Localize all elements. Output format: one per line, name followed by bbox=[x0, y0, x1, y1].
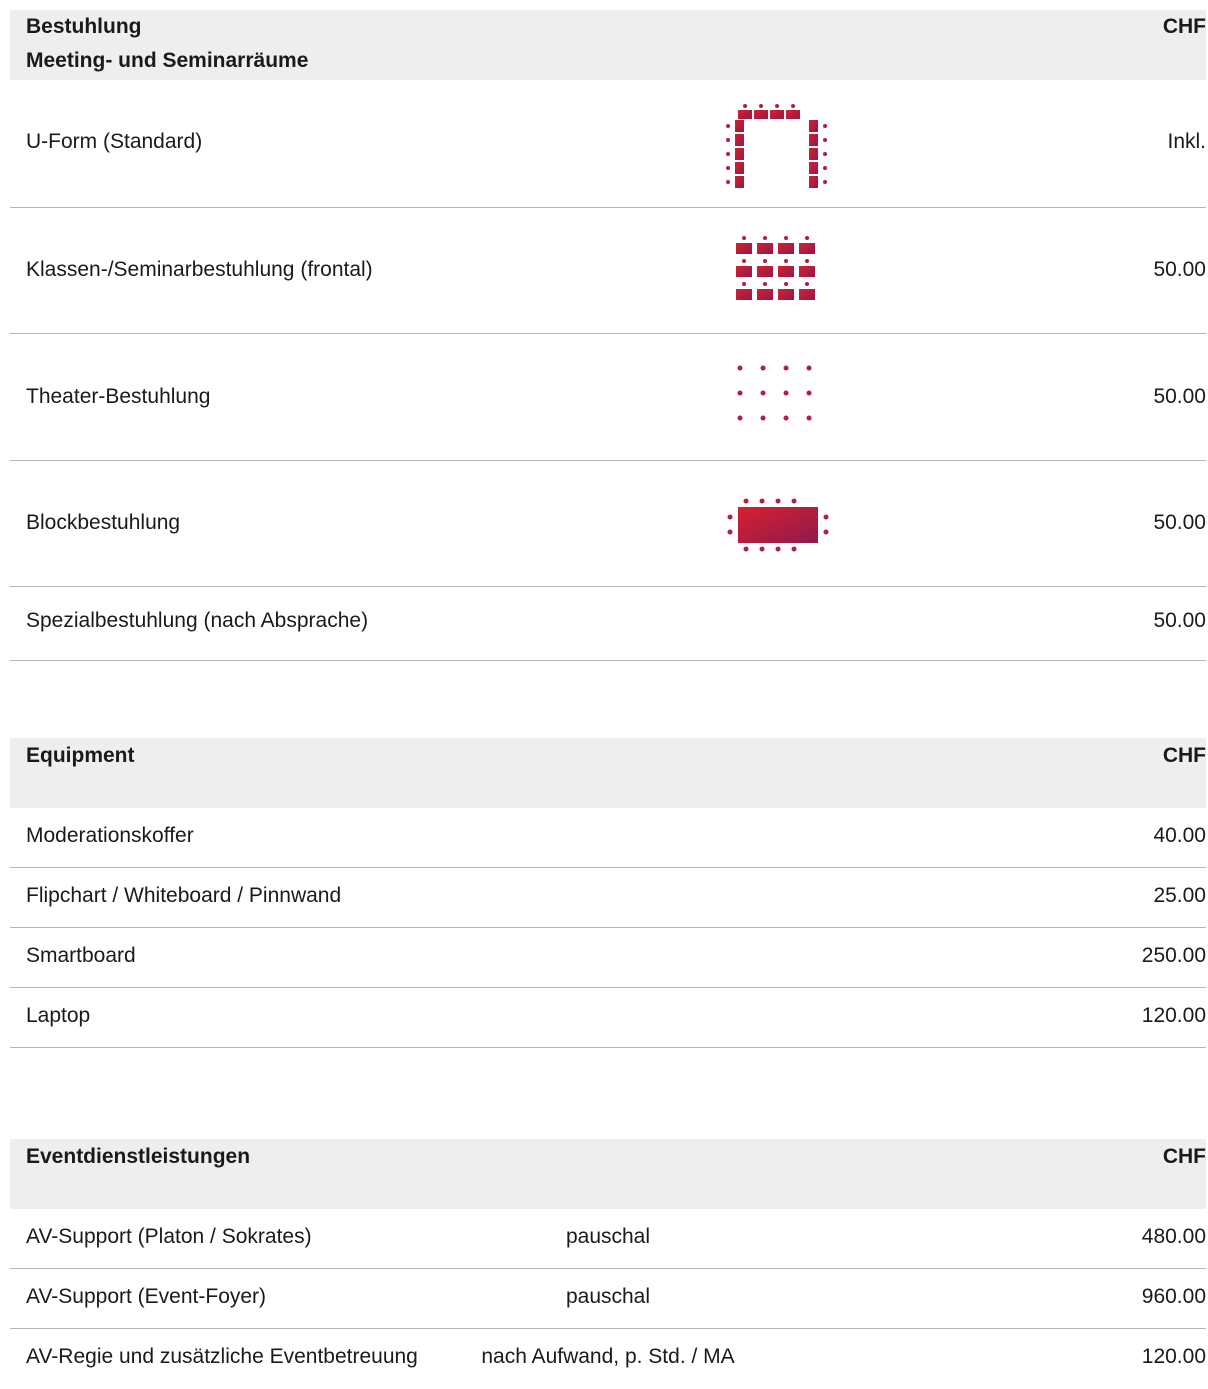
row-label: Klassen-/Seminarbestuhlung (frontal) bbox=[26, 258, 373, 281]
services-title: Eventdienstleistungen bbox=[26, 1145, 251, 1168]
row-unit: pauschal bbox=[565, 1225, 651, 1248]
seating-section: Bestuhlung Meeting- und Seminarräume CHF… bbox=[10, 10, 1206, 661]
seating-currency: CHF bbox=[1162, 15, 1206, 38]
row-price: 50.00 bbox=[1153, 258, 1206, 281]
seating-title-line2: Meeting- und Seminarräume bbox=[26, 49, 309, 72]
equipment-row: Smartboard 250.00 bbox=[10, 928, 1206, 988]
row-price: 25.00 bbox=[1153, 884, 1206, 907]
row-label: Theater-Bestuhlung bbox=[26, 385, 211, 408]
seating-row-theater: Theater-Bestuhlung 50.00 bbox=[10, 334, 1206, 461]
services-row: AV-Support (Platon / Sokrates) pauschal … bbox=[10, 1209, 1206, 1269]
row-price: 50.00 bbox=[1153, 511, 1206, 534]
row-price: 40.00 bbox=[1153, 824, 1206, 847]
seating-row-u-form: U-Form (Standard) Inkl. bbox=[10, 80, 1206, 208]
block-seating-icon bbox=[710, 495, 840, 564]
equipment-row: Laptop 120.00 bbox=[10, 988, 1206, 1048]
equipment-row: Flipchart / Whiteboard / Pinnwand 25.00 bbox=[10, 868, 1206, 928]
equipment-header: Equipment CHF bbox=[10, 738, 1206, 808]
u-shape-seating-icon bbox=[710, 100, 840, 195]
services-currency: CHF bbox=[1162, 1145, 1206, 1168]
seating-title-line1: Bestuhlung bbox=[26, 15, 142, 38]
theater-seating-icon bbox=[710, 362, 840, 437]
services-section: Eventdienstleistungen CHF AV-Support (Pl… bbox=[10, 1139, 1206, 1389]
seating-row-block: Blockbestuhlung 50.00 bbox=[10, 461, 1206, 587]
row-label: Moderationskoffer bbox=[26, 824, 194, 847]
services-row: AV-Support (Event-Foyer) pauschal 960.00 bbox=[10, 1269, 1206, 1329]
equipment-row: Moderationskoffer 40.00 bbox=[10, 808, 1206, 868]
equipment-currency: CHF bbox=[1162, 744, 1206, 767]
seating-row-special: Spezialbestuhlung (nach Absprache) 50.00 bbox=[10, 587, 1206, 661]
row-label: Flipchart / Whiteboard / Pinnwand bbox=[26, 884, 342, 907]
services-row: AV-Regie und zusätzliche Eventbetreuung … bbox=[10, 1329, 1206, 1389]
row-label: Blockbestuhlung bbox=[26, 511, 181, 534]
row-unit: pauschal bbox=[565, 1285, 651, 1308]
row-price: Inkl. bbox=[1167, 130, 1206, 153]
row-price: 120.00 bbox=[1141, 1345, 1206, 1368]
row-label: Laptop bbox=[26, 1004, 91, 1027]
equipment-section: Equipment CHF Moderationskoffer 40.00 Fl… bbox=[10, 738, 1206, 1048]
row-price: 960.00 bbox=[1141, 1285, 1206, 1308]
row-price: 50.00 bbox=[1153, 609, 1206, 632]
row-unit: nach Aufwand, p. Std. / MA bbox=[481, 1345, 735, 1368]
row-price: 120.00 bbox=[1141, 1004, 1206, 1027]
row-label: Smartboard bbox=[26, 944, 136, 967]
seating-row-classroom: Klassen-/Seminarbestuhlung (frontal) 50.… bbox=[10, 208, 1206, 334]
row-price: 50.00 bbox=[1153, 385, 1206, 408]
services-header: Eventdienstleistungen CHF bbox=[10, 1139, 1206, 1209]
row-label: Spezialbestuhlung (nach Absprache) bbox=[26, 609, 369, 632]
row-price: 480.00 bbox=[1141, 1225, 1206, 1248]
classroom-seating-icon bbox=[710, 232, 840, 313]
equipment-title: Equipment bbox=[26, 744, 135, 767]
row-price: 250.00 bbox=[1141, 944, 1206, 967]
seating-header: Bestuhlung Meeting- und Seminarräume CHF bbox=[10, 10, 1206, 80]
row-label: U-Form (Standard) bbox=[26, 130, 203, 153]
